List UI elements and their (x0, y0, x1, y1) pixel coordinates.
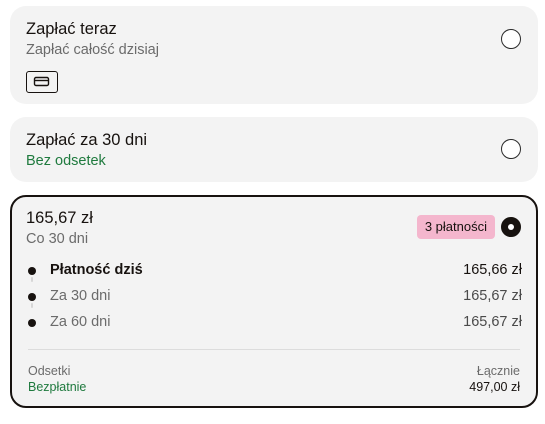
pay-now-title: Zapłać teraz (26, 20, 117, 38)
schedule-row-30-days: Za 30 dni 165,67 zł (28, 285, 522, 311)
installment-frequency: Co 30 dni (26, 231, 89, 247)
schedule-connector (31, 303, 33, 308)
pay-now-subtitle: Zapłać całość dzisiaj (26, 42, 159, 58)
pay-in-installments-option[interactable]: 165,67 zł Co 30 dni 3 płatności Płatność… (10, 195, 538, 408)
installments-count-badge: 3 płatności (416, 215, 495, 239)
interest-value: Bezpłatnie (28, 380, 87, 394)
total-label: Łącznie (476, 364, 520, 378)
installment-amount: 165,67 zł (26, 209, 93, 227)
pay-30-days-radio[interactable] (501, 139, 521, 159)
pay-now-option[interactable]: Zapłać teraz Zapłać całość dzisiaj (10, 6, 538, 104)
schedule-label: Płatność dziś (50, 262, 143, 278)
schedule-label: Za 30 dni (50, 288, 111, 304)
schedule-label: Za 60 dni (50, 314, 111, 330)
schedule-connector (31, 277, 33, 282)
schedule-amount: 165,66 zł (463, 262, 522, 278)
pay-30-days-title: Zapłać za 30 dni (26, 131, 148, 149)
schedule-row-today: Płatność dziś 165,66 zł (28, 259, 522, 285)
credit-card-icon (26, 71, 58, 93)
schedule-bullet (28, 293, 36, 301)
schedule-bullet (28, 267, 36, 275)
total-value: 497,00 zł (469, 380, 520, 394)
schedule-bullet (28, 319, 36, 327)
pay-30-days-option[interactable]: Zapłać za 30 dni Bez odsetek (10, 117, 538, 182)
payment-schedule: Płatność dziś 165,66 zł Za 30 dni 165,67… (28, 259, 522, 337)
pay-now-radio[interactable] (501, 29, 521, 49)
schedule-row-60-days: Za 60 dni 165,67 zł (28, 311, 522, 337)
summary-divider (28, 349, 520, 350)
pay-30-days-subtitle: Bez odsetek (26, 153, 106, 169)
schedule-amount: 165,67 zł (463, 314, 522, 330)
interest-label: Odsetki (28, 364, 71, 378)
schedule-amount: 165,67 zł (463, 288, 522, 304)
pay-in-installments-radio[interactable] (501, 217, 521, 237)
